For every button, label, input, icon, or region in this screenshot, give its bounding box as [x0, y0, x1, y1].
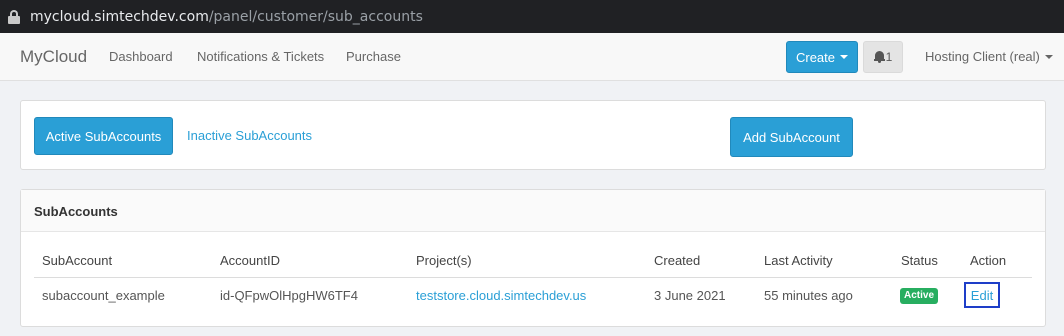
col-header-action: Action: [970, 253, 1007, 268]
caret-down-icon: [1044, 54, 1053, 59]
col-header-created[interactable]: Created: [654, 253, 700, 268]
url-text[interactable]: mycloud.simtechdev.com/panel/customer/su…: [30, 9, 423, 25]
tab-active-subaccounts[interactable]: Active SubAccounts: [34, 117, 173, 155]
create-dropdown-button[interactable]: Create: [786, 41, 858, 73]
header-divider: [34, 277, 1032, 278]
notifications-button[interactable]: 1: [863, 41, 903, 73]
user-menu[interactable]: Hosting Client (real): [925, 49, 1053, 64]
browser-address-bar[interactable]: mycloud.simtechdev.com/panel/customer/su…: [0, 0, 1064, 33]
cell-created: 3 June 2021: [654, 288, 726, 303]
col-header-status[interactable]: Status: [901, 253, 938, 268]
nav-notifications-tickets[interactable]: Notifications & Tickets: [197, 49, 324, 64]
subaccount-tabs-panel: Active SubAccounts Inactive SubAccounts …: [20, 100, 1046, 170]
status-badge: Active: [900, 288, 939, 304]
cell-project-link[interactable]: teststore.cloud.simtechdev.us: [416, 288, 586, 303]
cell-subaccount-name: subaccount_example: [42, 288, 165, 303]
panel-heading: SubAccounts: [21, 190, 1045, 232]
bell-icon: [873, 51, 885, 63]
url-path: /panel/customer/sub_accounts: [208, 8, 423, 25]
brand-logo[interactable]: MyCloud: [20, 47, 87, 67]
subaccounts-panel: SubAccounts SubAccount AccountID Project…: [20, 189, 1046, 327]
url-host: mycloud.simtechdev.com: [30, 8, 209, 25]
edit-button[interactable]: Edit: [964, 282, 1000, 308]
caret-down-icon: [840, 55, 849, 59]
col-header-account-id[interactable]: AccountID: [220, 253, 280, 268]
col-header-subaccount[interactable]: SubAccount: [42, 253, 112, 268]
tab-inactive-subaccounts[interactable]: Inactive SubAccounts: [187, 128, 312, 143]
nav-purchase[interactable]: Purchase: [346, 49, 401, 64]
col-header-last-activity[interactable]: Last Activity: [764, 253, 833, 268]
user-label: Hosting Client (real): [925, 49, 1040, 64]
create-label: Create: [795, 49, 836, 65]
nav-dashboard[interactable]: Dashboard: [109, 49, 173, 64]
lock-icon: [8, 9, 20, 24]
col-header-projects[interactable]: Project(s): [416, 253, 472, 268]
notification-count: 1: [885, 50, 893, 64]
cell-last-activity: 55 minutes ago: [764, 288, 853, 303]
top-navbar: MyCloud Dashboard Notifications & Ticket…: [0, 33, 1064, 81]
add-subaccount-button[interactable]: Add SubAccount: [730, 117, 853, 157]
cell-account-id: id-QFpwOlHpgHW6TF4: [220, 288, 358, 303]
